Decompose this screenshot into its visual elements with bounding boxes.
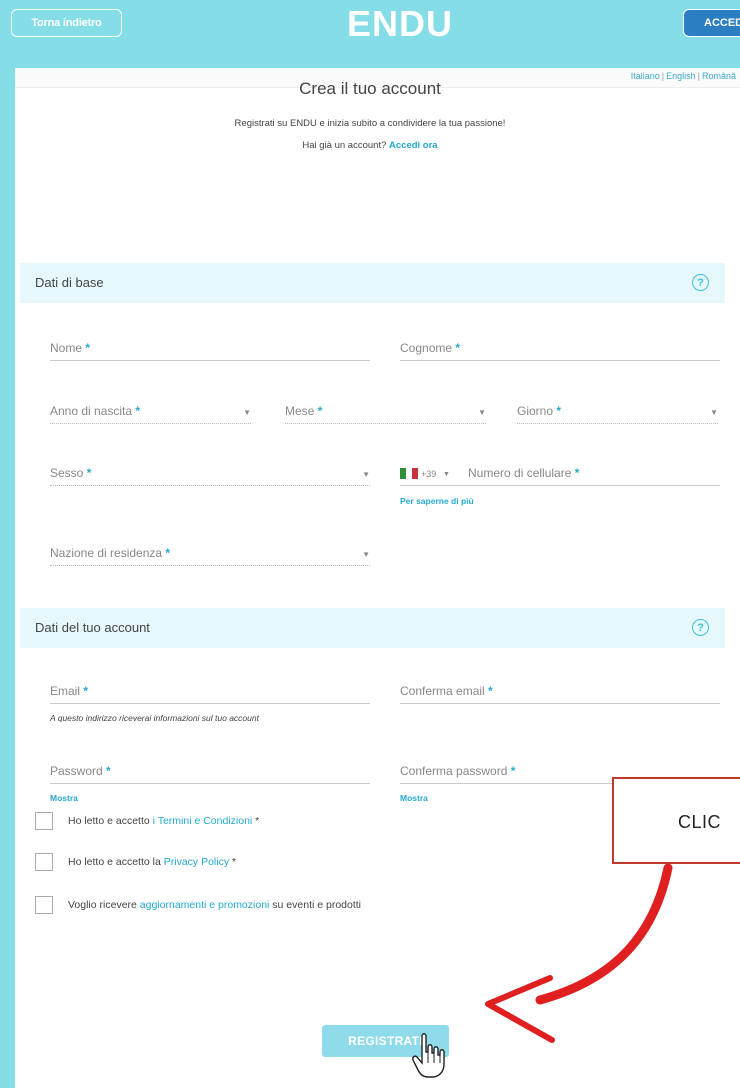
callout-text: CLIC (678, 812, 722, 832)
chevron-down-icon: ▼ (362, 550, 370, 559)
email-label: Email (50, 684, 81, 698)
required-mark: * (83, 684, 89, 698)
terms-checkbox-row[interactable]: Ho letto e accetto i Termini e Condizion… (35, 811, 259, 831)
password-field[interactable]: Password * (50, 756, 370, 784)
section-account-data: Dati del tuo account ? (20, 608, 725, 648)
terms-link[interactable]: i Termini e Condizioni (153, 815, 253, 827)
chevron-down-icon: ▼ (478, 408, 486, 417)
newsletter-suffix: su eventi e prodotti (272, 899, 362, 911)
show-confirm-password-link[interactable]: Mostra (400, 793, 428, 803)
privacy-text: Ho letto e accetto la (68, 856, 161, 868)
required-mark: * (488, 684, 493, 698)
newsletter-checkbox-row[interactable]: Voglio ricevere aggiornamenti e promozio… (35, 895, 361, 915)
required-mark: * (455, 341, 461, 355)
birth-year-select[interactable]: Anno di nascita * ▼ (50, 396, 251, 424)
country-code[interactable]: +39 (421, 469, 436, 479)
top-bar: Torna indietro ENDU ACCED (0, 0, 740, 68)
phone-info-link[interactable]: Per saperne di più (400, 496, 474, 506)
confirm-email-label: Conferma email (400, 684, 485, 698)
required-mark: * (106, 764, 111, 778)
help-icon[interactable]: ? (692, 619, 709, 636)
click-callout-box: CLIC (612, 777, 740, 864)
italy-flag-icon[interactable] (400, 468, 418, 479)
terms-checkbox[interactable] (35, 812, 53, 830)
privacy-checkbox-row[interactable]: Ho letto e accetto la Privacy Policy * (35, 852, 236, 872)
section-title: Dati del tuo account (35, 620, 150, 635)
password-label: Password (50, 764, 103, 778)
required-mark: * (556, 404, 562, 418)
help-icon[interactable]: ? (692, 274, 709, 291)
page-title: Crea il tuo account (299, 79, 441, 98)
required-mark: * (135, 404, 141, 418)
login-now-link[interactable]: Accedi ora (389, 140, 438, 151)
email-hint: A questo indirizzo riceverai informazion… (50, 713, 259, 723)
page-subtitle: Registrati su ENDU e inizia subito a con… (234, 118, 506, 129)
terms-text: Ho letto e accetto (68, 815, 150, 827)
chevron-down-icon: ▼ (243, 408, 251, 417)
country-label: Nazione di residenza (50, 546, 163, 560)
required-mark: * (317, 404, 323, 418)
privacy-link[interactable]: Privacy Policy (164, 856, 229, 868)
required-mark: * (165, 546, 171, 560)
email-field[interactable]: Email * (50, 676, 370, 704)
required-mark: * (85, 341, 91, 355)
newsletter-text: Voglio ricevere (68, 899, 137, 911)
chevron-down-icon: ▼ (362, 470, 370, 479)
phone-label: Numero di cellulare (468, 466, 572, 480)
first-name-field[interactable]: Nome * (50, 333, 370, 361)
phone-field[interactable]: +39 ▼ Numero di cellulare * (400, 458, 720, 486)
hand-cursor-icon (412, 1033, 445, 1078)
confirm-password-label: Conferma password (400, 764, 508, 778)
last-name-label: Cognome (400, 341, 453, 355)
gender-select[interactable]: Sesso * ▼ (50, 458, 370, 486)
login-button[interactable]: ACCED (683, 9, 740, 37)
chevron-down-icon: ▼ (710, 408, 718, 417)
newsletter-checkbox[interactable] (35, 896, 53, 914)
section-title: Dati di base (35, 275, 104, 290)
login-prompt: Hai già un account? Accedi ora (0, 140, 740, 151)
first-name-label: Nome (50, 341, 83, 355)
have-account-text: Hai già un account? (302, 140, 387, 151)
promotions-link[interactable]: aggiornamenti e promozioni (140, 899, 270, 911)
required-mark: * (510, 764, 516, 778)
gender-label: Sesso (50, 466, 84, 480)
birth-month-label: Mese (285, 404, 315, 418)
required-mark: * (574, 466, 580, 480)
privacy-checkbox[interactable] (35, 853, 53, 871)
required-mark: * (255, 815, 260, 827)
endu-logo[interactable]: ENDU (0, 3, 740, 45)
red-arrow-icon (485, 863, 673, 1043)
required-mark: * (232, 856, 237, 868)
birth-month-select[interactable]: Mese * ▼ (285, 396, 486, 424)
birth-day-label: Giorno (517, 404, 554, 418)
confirm-email-field[interactable]: Conferma email * (400, 676, 720, 704)
chevron-down-icon[interactable]: ▼ (443, 471, 450, 478)
last-name-field[interactable]: Cognome * (400, 333, 720, 361)
required-mark: * (86, 466, 92, 480)
birth-day-select[interactable]: Giorno * ▼ (517, 396, 718, 424)
section-basic-data: Dati di base ? (20, 263, 725, 303)
birth-year-label: Anno di nascita (50, 404, 133, 418)
country-select[interactable]: Nazione di residenza * ▼ (50, 538, 370, 566)
show-password-link[interactable]: Mostra (50, 793, 78, 803)
